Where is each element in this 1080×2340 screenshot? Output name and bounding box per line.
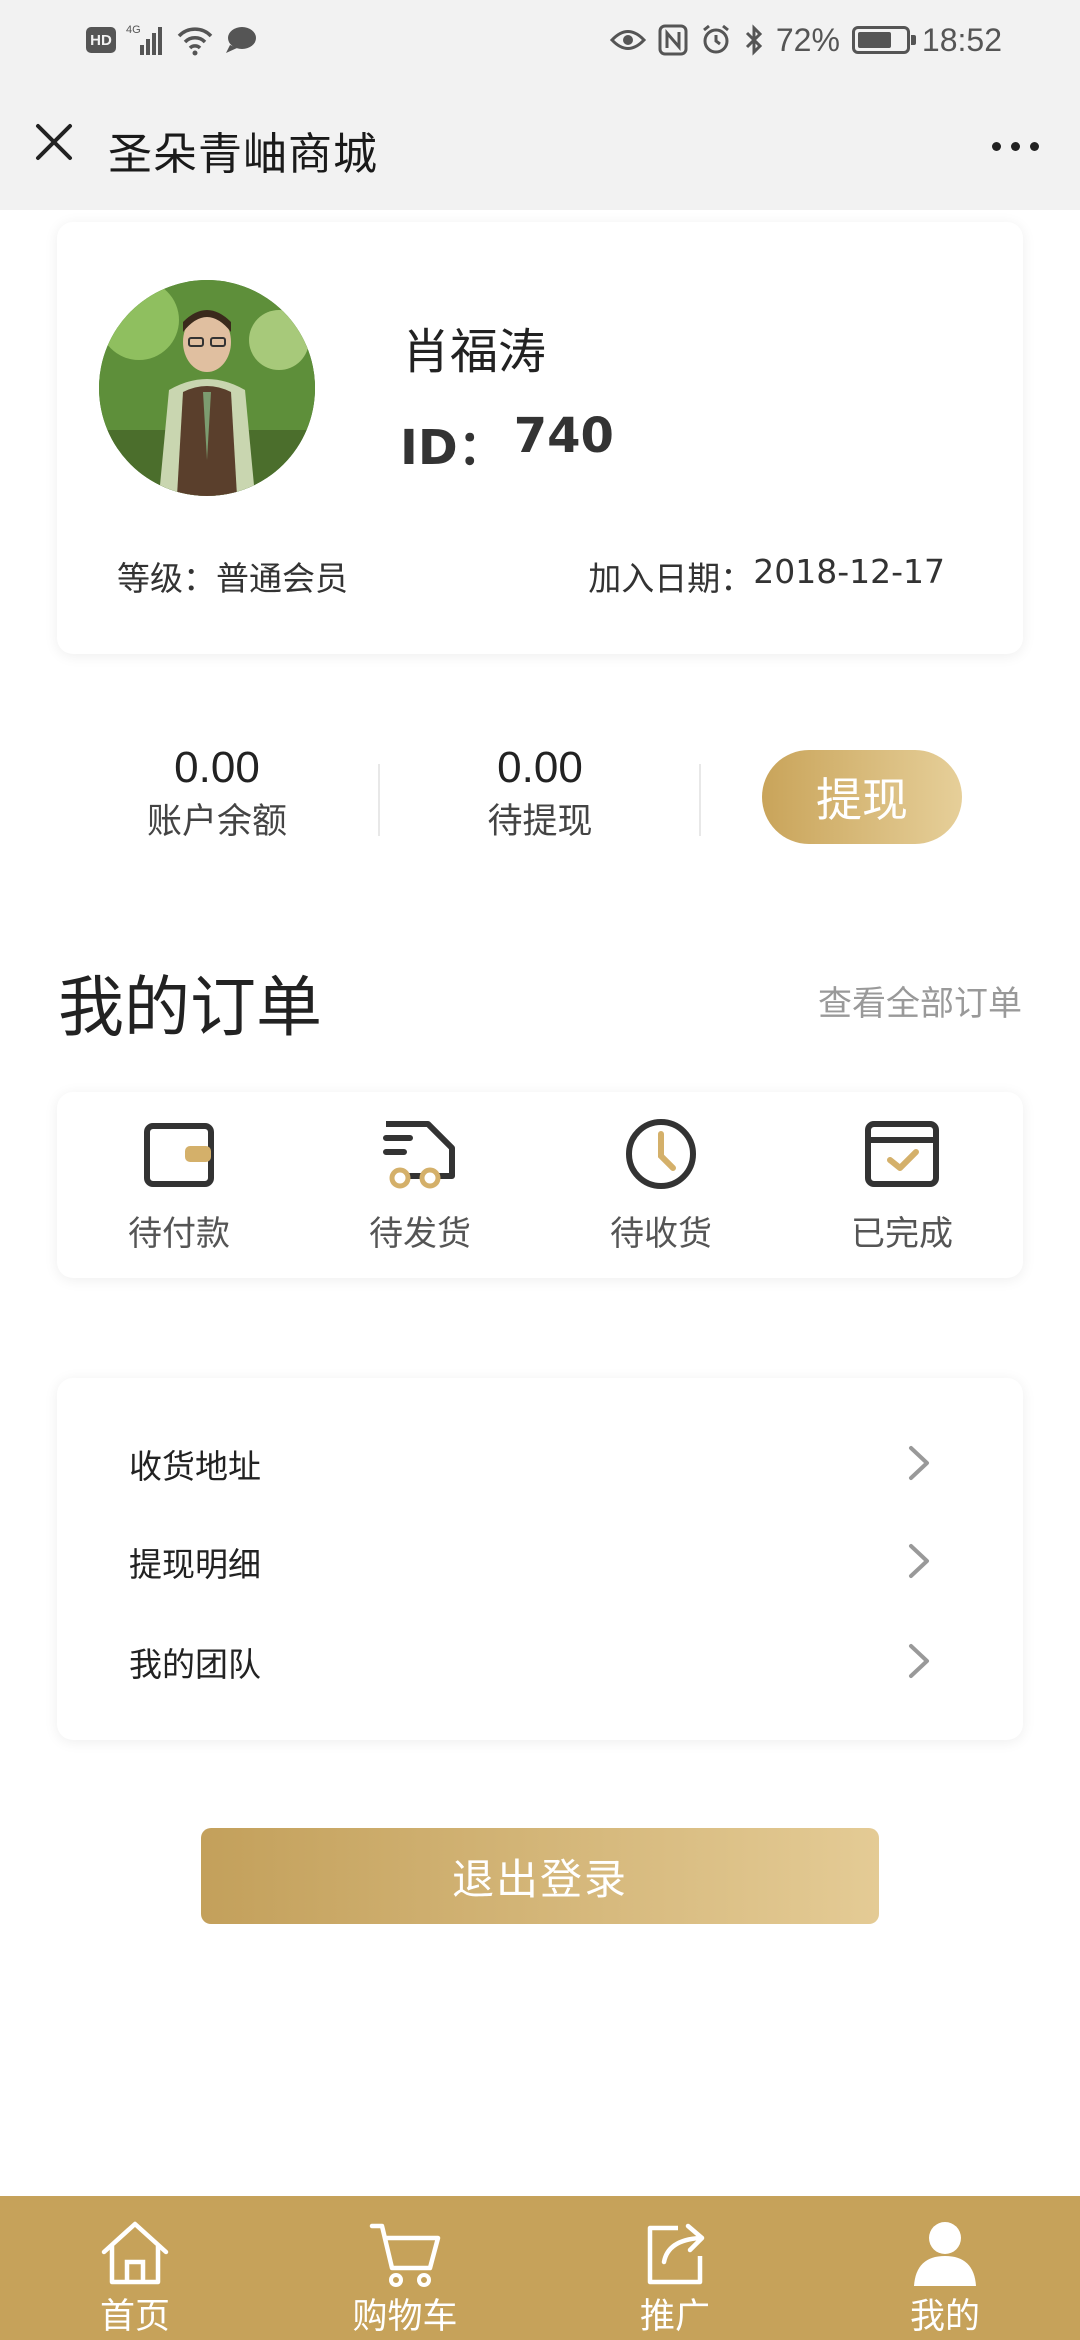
menu-item-label: 提现明细 — [129, 1545, 261, 1584]
order-label: 已完成 — [851, 1214, 953, 1254]
clock-icon — [626, 1119, 696, 1189]
order-completed[interactable]: 已完成 — [802, 1114, 1002, 1255]
home-icon — [101, 2221, 169, 2285]
view-all-orders-link[interactable]: 查看全部订单 — [818, 976, 1022, 1025]
chevron-right-icon — [909, 1644, 929, 1678]
order-pending-payment[interactable]: 待付款 — [79, 1114, 279, 1255]
join-date-label: 加入日期： — [588, 559, 754, 598]
order-label: 待收货 — [610, 1214, 712, 1254]
user-id-value: 740 — [513, 408, 614, 464]
menu-item-label: 我的团队 — [129, 1645, 261, 1684]
share-icon — [647, 2223, 705, 2285]
account-balance-value: 0.00 — [174, 743, 260, 792]
account-balance[interactable]: 0.00 账户余额 — [67, 740, 367, 848]
logout-button[interactable]: 退出登录 — [201, 1828, 879, 1924]
page-title: 圣朵青岫商城 — [108, 129, 378, 180]
balance-section: 0.00 账户余额 0.00 待提现 提现 — [0, 740, 1080, 860]
nav-label: 推广 — [639, 2297, 710, 2337]
wifi-icon — [177, 27, 213, 56]
user-icon — [914, 2222, 976, 2286]
more-dots-icon — [991, 141, 1001, 151]
orders-title: 我的订单 — [58, 969, 322, 1046]
pending-withdrawal-value: 0.00 — [497, 743, 583, 792]
divider — [378, 764, 380, 836]
title-bar: 圣朵青岫商城 — [0, 82, 1080, 210]
delivery-truck-icon — [383, 1121, 455, 1189]
eye-icon — [609, 30, 646, 50]
user-name: 肖福涛 — [402, 324, 547, 380]
bottom-navigation: 首页 购物车 推广 我的 — [0, 2196, 1080, 2340]
divider — [699, 764, 701, 836]
profile-card: 肖福涛 ID： 740 等级： 普通会员 加入日期： 2018-12-17 — [57, 222, 1023, 654]
wallet-icon — [144, 1123, 214, 1187]
chat-bubble-icon — [226, 27, 256, 53]
pending-withdrawal-label: 待提现 — [487, 802, 593, 842]
battery-percent: 72% — [775, 21, 840, 58]
status-right-icons: 72% 18:52 — [609, 16, 1002, 64]
battery-icon — [851, 26, 916, 54]
more-button[interactable] — [980, 116, 1050, 176]
nav-item-me[interactable]: 我的 — [810, 2196, 1080, 2340]
status-left-icons: HD 4G — [86, 20, 258, 60]
nav-label: 首页 — [99, 2297, 170, 2337]
order-pending-shipment[interactable]: 待发货 — [320, 1114, 520, 1255]
clock-time: 18:52 — [921, 21, 1002, 58]
user-id-label: ID： — [400, 420, 506, 476]
bluetooth-icon — [745, 24, 762, 56]
chevron-right-icon — [909, 1544, 929, 1578]
completed-box-icon — [865, 1121, 939, 1187]
chevron-right-icon — [909, 1446, 929, 1480]
alarm-icon — [702, 24, 729, 54]
pending-withdrawal[interactable]: 0.00 待提现 — [390, 740, 690, 848]
battery-level — [857, 32, 892, 48]
cart-icon — [369, 2223, 441, 2287]
close-button[interactable] — [24, 112, 84, 172]
member-level-value: 普通会员 — [216, 559, 348, 598]
order-label: 待付款 — [128, 1214, 230, 1254]
order-pending-receipt[interactable]: 待收货 — [561, 1114, 761, 1255]
menu-item-withdrawal-details[interactable]: 提现明细 — [57, 1510, 1023, 1608]
join-date: 加入日期： 2018-12-17 — [588, 552, 945, 600]
account-balance-label: 账户余额 — [146, 802, 287, 842]
hd-badge: HD — [86, 27, 116, 53]
member-level: 等级： 普通会员 — [117, 552, 348, 600]
menu-item-label: 收货地址 — [129, 1447, 261, 1486]
orders-card: 待付款 待发货 待收货 已完成 — [57, 1092, 1023, 1278]
nav-item-promote[interactable]: 推广 — [540, 2196, 810, 2340]
menu-item-my-team[interactable]: 我的团队 — [57, 1610, 1023, 1708]
menu-card: 收货地址 提现明细 我的团队 — [57, 1378, 1023, 1740]
nav-item-cart[interactable]: 购物车 — [270, 2196, 540, 2340]
status-bar: HD 4G 72% 18:52 — [0, 0, 1080, 82]
signal-icon: 4G — [126, 24, 162, 55]
close-icon — [36, 124, 72, 160]
user-id: ID： 740 — [400, 408, 614, 478]
avatar[interactable] — [99, 280, 315, 496]
menu-item-shipping-address[interactable]: 收货地址 — [57, 1412, 1023, 1510]
order-label: 待发货 — [369, 1214, 471, 1254]
nfc-icon — [658, 24, 688, 56]
nav-label: 我的 — [909, 2297, 980, 2337]
member-level-label: 等级： — [117, 559, 216, 598]
nav-label: 购物车 — [352, 2297, 458, 2337]
join-date-value: 2018-12-17 — [753, 552, 945, 591]
withdraw-button[interactable]: 提现 — [762, 750, 962, 844]
nav-item-home[interactable]: 首页 — [0, 2196, 270, 2340]
svg-text:4G: 4G — [126, 24, 141, 36]
